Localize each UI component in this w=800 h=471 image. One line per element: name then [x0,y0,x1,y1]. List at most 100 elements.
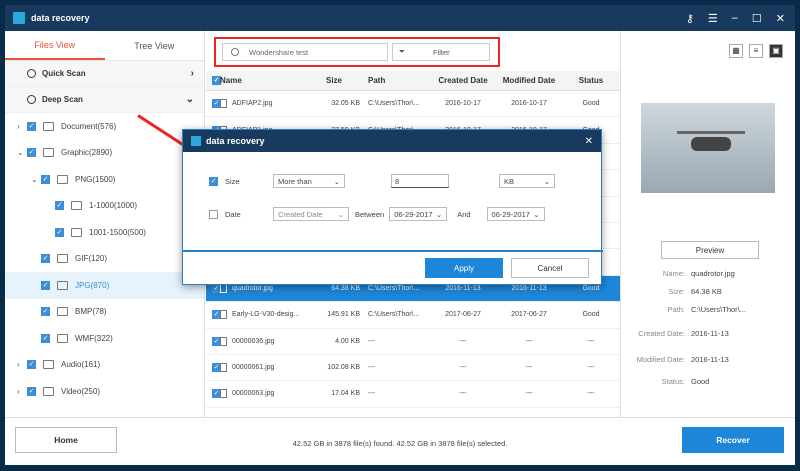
info-value: quadrotor.jpg [691,269,735,278]
window-title: data recovery [31,13,90,23]
file-name: Early-LG-V30-desig... [232,311,300,319]
between-label: Between [355,209,385,219]
col-modified-date[interactable]: Modified Date [496,76,562,85]
col-name[interactable]: Name [220,76,308,85]
size-checkbox[interactable]: ✓ [209,176,218,186]
col-size[interactable]: Size [308,76,364,85]
file-icon [220,363,227,373]
info-row: Name: quadrotor.jpg [621,269,796,278]
quick-scan-row[interactable]: Quick Scan › [5,61,204,87]
size-unit-select[interactable]: KB ⌄ [499,174,555,188]
file-path: --- [368,364,375,372]
tree-item[interactable]: › ✓ Video(250) [5,378,204,405]
expand-arrow-icon[interactable]: › [17,387,27,396]
date-from-select[interactable]: 06-29-2017 ⌄ [389,207,448,221]
tree-item[interactable]: ⌄ ✓ PNG(1500) [5,166,204,193]
file-size: 145.91 KB [327,311,360,319]
tree-item[interactable]: › ✓ Document(576) [5,113,204,140]
tree-checkbox[interactable]: ✓ [55,227,64,237]
filter-button[interactable]: ⏷ Filter [392,43,490,61]
size-unit-value: KB [504,176,515,186]
file-modified: --- [525,390,533,398]
folder-icon [57,254,68,264]
size-value-input[interactable]: 8 [391,174,449,188]
info-key: Status: [661,377,685,386]
key-icon[interactable]: ⚷ [686,12,694,25]
col-status[interactable]: Status [562,76,620,85]
col-created-date[interactable]: Created Date [430,76,496,85]
col-path[interactable]: Path [364,76,430,85]
dialog-close-icon[interactable]: ✕ [585,136,593,147]
info-key: Created Date: [638,329,685,338]
tree-item[interactable]: ✓ 1001-1500(500) [5,219,204,246]
tree-item[interactable]: ✓ JPG(870) [5,272,204,299]
tree-checkbox[interactable]: ✓ [27,360,36,370]
file-size: 4.00 KB [335,337,360,345]
file-path: C:\Users\Thor\... [368,311,420,319]
size-operator-select[interactable]: More than ⌄ [273,174,345,188]
maximize-icon[interactable]: ☐ [752,12,762,25]
grid-view-icon[interactable]: ▦ [729,44,743,58]
tree-item[interactable]: ⌄ ✓ Graphic(2890) [5,140,204,167]
tree-checkbox[interactable]: ✓ [27,386,36,396]
expand-arrow-icon[interactable]: › [17,360,27,369]
date-checkbox[interactable] [209,209,218,219]
tab-files-view[interactable]: Files View [5,31,105,60]
tree-checkbox[interactable]: ✓ [27,121,36,131]
menu-icon[interactable]: ☰ [708,12,718,25]
tree-checkbox[interactable]: ✓ [27,148,36,158]
file-status: --- [587,337,595,345]
file-size: 32.05 KB [331,100,360,108]
tree-checkbox[interactable]: ✓ [55,201,64,211]
file-name: 00000036.jpg [232,337,275,345]
chevron-down-icon: ⌄ [543,176,550,186]
tree-item[interactable]: ✓ BMP(78) [5,299,204,326]
tab-tree-view[interactable]: Tree View [105,31,205,60]
date-label: Date [225,209,241,219]
apply-button[interactable]: Apply [425,258,503,278]
date-to-select[interactable]: 06-29-2017 ⌄ [486,207,545,221]
tree-item-label: Graphic(2890) [61,148,113,158]
toolbar: Wondershare test ⏷ Filter [206,31,620,71]
drone-image [677,131,745,151]
tree-checkbox[interactable]: ✓ [41,254,50,264]
date-type-select[interactable]: Created Date ⌄ [273,207,349,221]
minimize-icon[interactable]: – [732,12,738,25]
deep-scan-label: Deep Scan [42,95,83,104]
close-icon[interactable]: ✕ [776,12,785,25]
table-row[interactable]: ✓ Early-LG-V30-desig... 145.91 KB C:\Users\… [206,302,620,329]
table-row[interactable]: ✓ 00000063.jpg 17.04 KB --- --- --- --- [206,381,620,408]
file-created: 2016-11-13 [445,284,481,292]
deep-scan-row[interactable]: Deep Scan ⌄ [5,87,204,113]
tree-item[interactable]: › ✓ Audio(161) [5,352,204,379]
tree-checkbox[interactable]: ✓ [41,174,50,184]
expand-arrow-icon[interactable]: ⌄ [17,148,27,157]
table-row[interactable]: ✓ 00000036.jpg 4.00 KB --- --- --- --- [206,329,620,355]
detail-view-icon[interactable]: ▣ [769,44,783,58]
file-modified: --- [525,364,533,372]
tree-checkbox[interactable]: ✓ [41,307,50,317]
preview-button[interactable]: Preview [661,241,759,259]
recover-button[interactable]: Recover [682,427,784,453]
tree-item[interactable]: ✓ WMF(322) [5,325,204,352]
table-row[interactable]: ✓ ADFIAP2.jpg 32.05 KB C:\Users\Thor\... 201… [206,91,620,118]
chevron-down-icon: ⌄ [333,176,340,186]
tree-checkbox[interactable]: ✓ [41,333,50,343]
expand-arrow-icon[interactable]: ⌄ [31,175,41,184]
search-input[interactable]: Wondershare test [222,43,388,61]
table-row[interactable]: ✓ 00000061.jpg 102.08 KB --- --- --- --- [206,355,620,382]
info-key: Path: [667,305,685,314]
list-view-icon[interactable]: ≡ [749,44,763,58]
info-value: C:\Users\Thor\... [691,305,747,314]
expand-arrow-icon[interactable]: › [17,122,27,131]
file-icon [220,389,227,399]
info-row: Size: 64.38 KB [621,287,796,296]
chevron-down-icon: ⌄ [337,209,344,219]
tree-item-label: Video(250) [61,386,100,396]
file-created: --- [459,390,467,398]
status-text: 42.52 GB in 3878 file(s) found. 42.52 GB… [292,439,508,448]
tree-item[interactable]: ✓ GIF(120) [5,246,204,273]
tree-item[interactable]: ✓ 1-1000(1000) [5,193,204,220]
tree-checkbox[interactable]: ✓ [41,280,50,290]
cancel-button[interactable]: Cancel [511,258,589,278]
